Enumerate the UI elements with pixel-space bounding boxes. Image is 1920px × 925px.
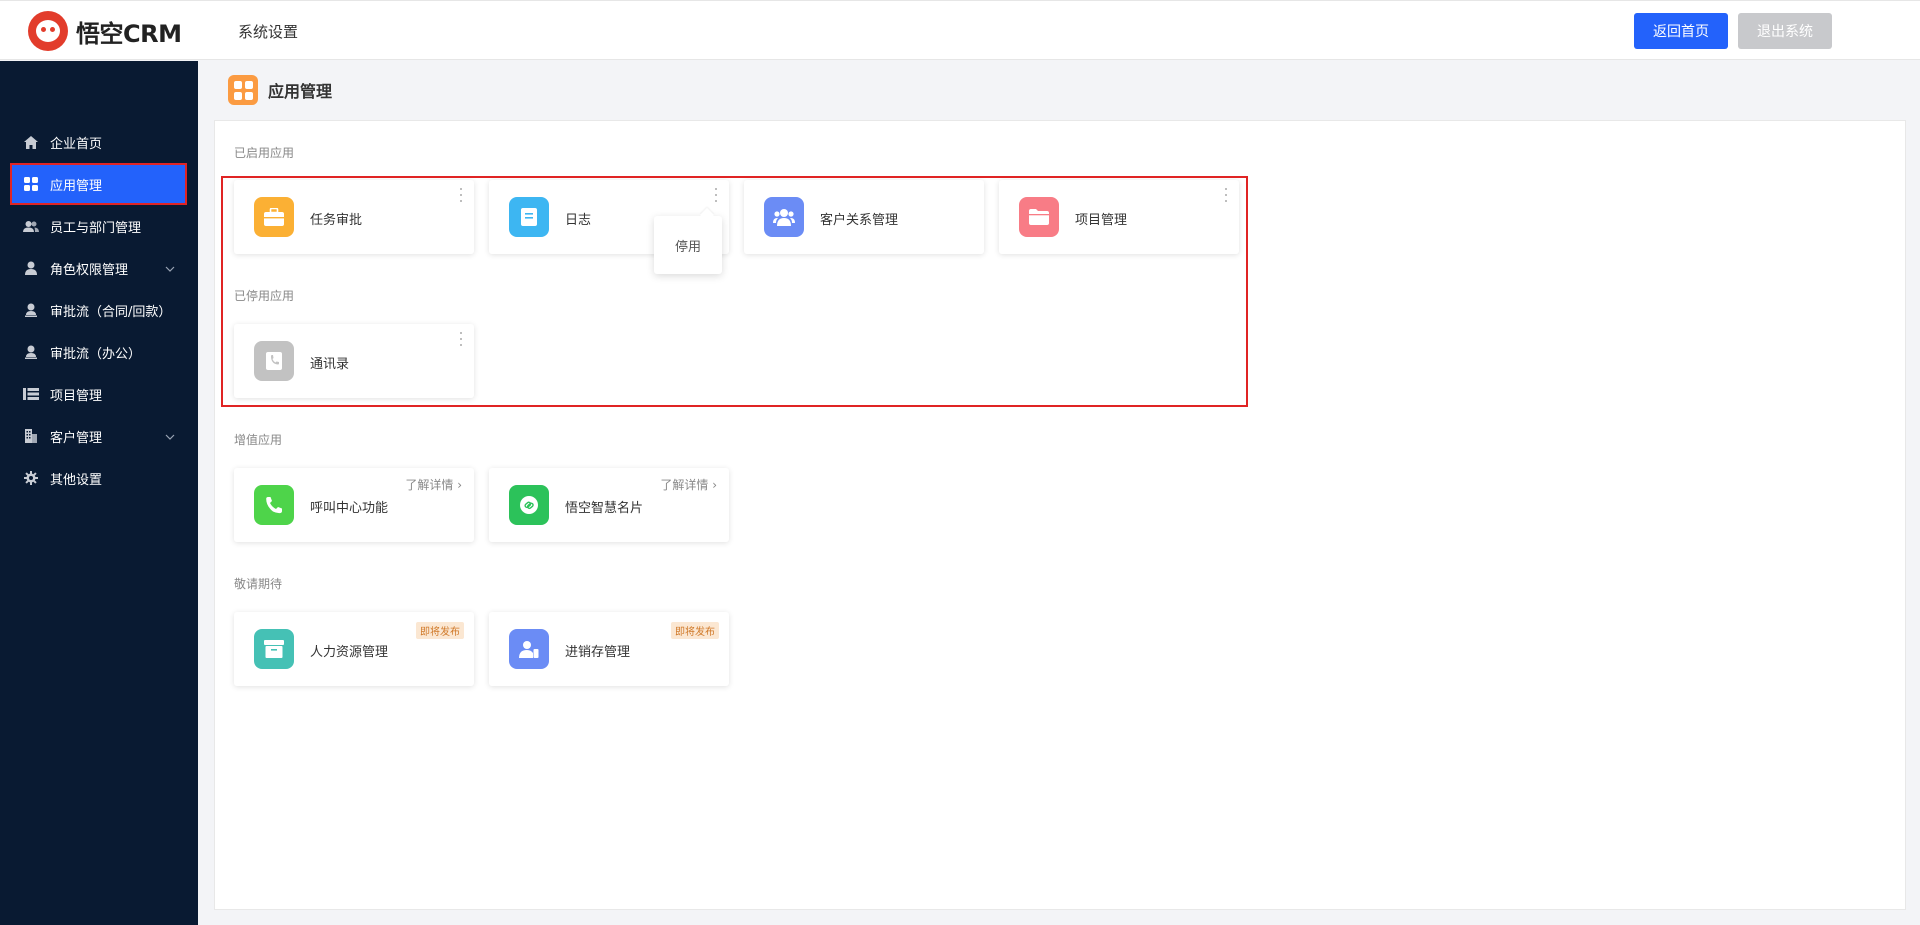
logo[interactable]: 悟空CRM — [28, 11, 182, 51]
header-title: 系统设置 — [238, 23, 299, 41]
section-label-enabled: 已启用应用 — [234, 146, 295, 160]
return-home-button[interactable]: 返回首页 — [1634, 13, 1728, 49]
app-name: 呼叫中心功能 — [310, 501, 389, 516]
users-icon — [22, 217, 40, 235]
chevron-right-icon: › — [712, 478, 717, 492]
sidebar-item-app-management[interactable]: 应用管理 — [10, 163, 187, 205]
gear-icon — [22, 469, 40, 487]
sidebar-item-project-management[interactable]: 项目管理 — [12, 375, 185, 413]
exit-system-button[interactable]: 退出系统 — [1738, 13, 1832, 49]
chevron-down-icon[interactable] — [165, 430, 175, 443]
building-icon — [22, 427, 40, 445]
chevron-right-icon: › — [457, 478, 462, 492]
user-icon — [22, 259, 40, 277]
sidebar-item-company-home[interactable]: 企业首页 — [12, 123, 185, 161]
page-title: 应用管理 — [268, 82, 333, 101]
app-card-smart-card[interactable]: 悟空智慧名片 了解详情 › — [489, 468, 729, 542]
monkey-logo-icon — [28, 11, 68, 51]
sidebar-item-label: 项目管理 — [50, 388, 103, 404]
sidebar-item-role-permissions[interactable]: 角色权限管理 — [12, 249, 185, 287]
link-icon — [509, 485, 549, 525]
learn-more-link[interactable]: 了解详情 › — [405, 476, 462, 493]
logo-text: 悟空CRM — [76, 19, 182, 48]
sidebar-item-other-settings[interactable]: 其他设置 — [12, 459, 185, 497]
app-name: 进销存管理 — [565, 645, 631, 660]
sidebar-item-approval-contract[interactable]: 审批流（合同/回款） — [12, 291, 185, 329]
sidebar-item-label: 审批流（合同/回款） — [50, 304, 172, 320]
sidebar-item-label: 员工与部门管理 — [50, 220, 142, 236]
home-icon — [22, 133, 40, 151]
user-stamp-icon — [22, 301, 40, 319]
sidebar: 企业首页 应用管理 员工与部门管理 角色权限管理 审批流（合同/回款） 审批流（… — [0, 61, 198, 925]
app-card-call-center[interactable]: 呼叫中心功能 了解详情 › — [234, 468, 474, 542]
sidebar-item-customer-management[interactable]: 客户管理 — [12, 417, 185, 455]
learn-more-link[interactable]: 了解详情 › — [660, 476, 717, 493]
app-card-hr[interactable]: 人力资源管理 即将发布 — [234, 612, 474, 686]
app-name: 人力资源管理 — [310, 645, 389, 660]
page-title-bar: 应用管理 — [228, 75, 332, 105]
apps-grid-icon — [228, 75, 258, 105]
section-label-coming-soon: 敬请期待 — [234, 577, 283, 591]
sidebar-item-label: 角色权限管理 — [50, 262, 129, 278]
sidebar-item-label: 其他设置 — [50, 472, 103, 488]
coming-soon-badge: 即将发布 — [671, 622, 719, 639]
archive-icon — [254, 629, 294, 669]
section-label-value-added: 增值应用 — [234, 433, 283, 447]
top-header: 悟空CRM 系统设置 返回首页 退出系统 — [0, 0, 1920, 60]
sidebar-item-staff-departments[interactable]: 员工与部门管理 — [12, 207, 185, 245]
phone-icon — [254, 485, 294, 525]
coming-soon-badge: 即将发布 — [416, 622, 464, 639]
sidebar-item-label: 应用管理 — [50, 178, 103, 194]
highlight-box — [221, 176, 1248, 407]
chevron-down-icon[interactable] — [165, 262, 175, 275]
sidebar-item-label: 审批流（办公） — [50, 346, 142, 362]
sidebar-item-approval-office[interactable]: 审批流（办公） — [12, 333, 185, 371]
list-icon — [22, 385, 40, 403]
apps-grid-icon — [22, 175, 40, 193]
user-icon — [22, 343, 40, 361]
person-card-icon — [509, 629, 549, 669]
sidebar-item-label: 客户管理 — [50, 430, 103, 446]
sidebar-item-label: 企业首页 — [50, 136, 103, 152]
app-card-inventory[interactable]: 进销存管理 即将发布 — [489, 612, 729, 686]
app-name: 悟空智慧名片 — [565, 501, 644, 516]
